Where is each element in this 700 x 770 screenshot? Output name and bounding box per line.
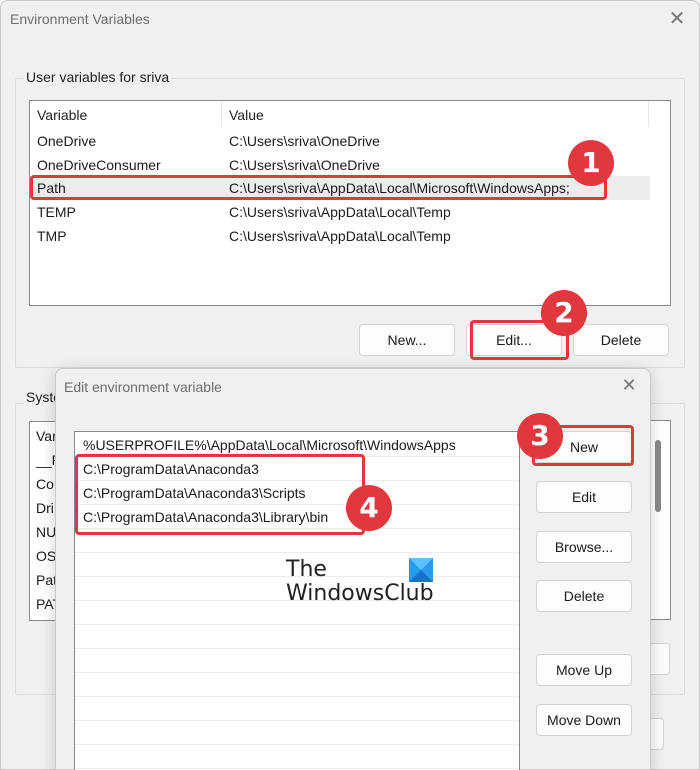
user-variables-list[interactable]: Variable Value OneDrive C:\Users\sriva\O… bbox=[29, 100, 671, 306]
browse-button[interactable]: Browse... bbox=[536, 531, 632, 563]
list-item[interactable]: Dri bbox=[36, 500, 54, 516]
empty-row[interactable] bbox=[75, 697, 519, 721]
watermark-line2: WindowsClub bbox=[286, 581, 434, 606]
variable-value: C:\Users\sriva\AppData\Local\Microsoft\W… bbox=[229, 180, 570, 196]
variable-value: C:\Users\sriva\OneDrive bbox=[229, 133, 380, 149]
variable-name: TEMP bbox=[37, 204, 76, 220]
list-item[interactable]: NU bbox=[36, 524, 56, 540]
variable-value: C:\Users\sriva\AppData\Local\Temp bbox=[229, 204, 451, 220]
empty-row[interactable] bbox=[75, 745, 519, 769]
column-separator[interactable] bbox=[648, 101, 649, 127]
column-value[interactable]: Value bbox=[229, 107, 264, 123]
empty-row[interactable] bbox=[75, 649, 519, 673]
new-path-button[interactable]: New bbox=[536, 431, 632, 463]
table-row[interactable]: OneDrive C:\Users\sriva\OneDrive bbox=[30, 129, 650, 153]
table-row[interactable]: TMP C:\Users\sriva\AppData\Local\Temp bbox=[30, 224, 650, 248]
list-item[interactable]: Co bbox=[36, 476, 54, 492]
list-item[interactable]: OS bbox=[36, 548, 56, 564]
column-separator[interactable] bbox=[221, 101, 222, 127]
table-row-selected[interactable]: Path C:\Users\sriva\AppData\Local\Micros… bbox=[30, 176, 650, 200]
column-variable[interactable]: Variable bbox=[37, 107, 87, 123]
empty-row[interactable] bbox=[75, 529, 519, 553]
scrollbar-thumb[interactable] bbox=[655, 440, 661, 512]
user-variables-label: User variables for sriva bbox=[24, 69, 172, 85]
user-edit-button[interactable]: Edit... bbox=[466, 324, 562, 356]
dialog-title: Edit environment variable bbox=[64, 379, 222, 395]
list-item[interactable]: C:\ProgramData\Anaconda3\Scripts bbox=[75, 481, 519, 505]
close-icon[interactable]: ✕ bbox=[617, 373, 641, 397]
system-button-partial[interactable] bbox=[648, 643, 670, 675]
table-row[interactable]: TEMP C:\Users\sriva\AppData\Local\Temp bbox=[30, 200, 650, 224]
variable-name: TMP bbox=[37, 228, 67, 244]
list-header: Variable Value bbox=[30, 101, 670, 129]
variable-value: C:\Users\sriva\OneDrive bbox=[229, 157, 380, 173]
edit-path-button[interactable]: Edit bbox=[536, 481, 632, 513]
list-item[interactable]: C:\ProgramData\Anaconda3\Library\bin bbox=[75, 505, 519, 529]
empty-row[interactable] bbox=[75, 721, 519, 745]
empty-row[interactable] bbox=[75, 625, 519, 649]
path-text: %USERPROFILE%\AppData\Local\Microsoft\Wi… bbox=[83, 437, 456, 453]
close-icon[interactable]: ✕ bbox=[664, 6, 690, 32]
window-title: Environment Variables bbox=[10, 11, 150, 27]
list-item[interactable]: Pat bbox=[36, 572, 57, 588]
path-text: C:\ProgramData\Anaconda3 bbox=[83, 461, 259, 477]
path-text: C:\ProgramData\Anaconda3\Scripts bbox=[83, 485, 306, 501]
delete-path-button[interactable]: Delete bbox=[536, 580, 632, 612]
path-text: C:\ProgramData\Anaconda3\Library\bin bbox=[83, 509, 329, 525]
list-item[interactable]: %USERPROFILE%\AppData\Local\Microsoft\Wi… bbox=[75, 433, 519, 457]
variable-name: Path bbox=[37, 180, 66, 196]
list-item[interactable]: C:\ProgramData\Anaconda3 bbox=[75, 457, 519, 481]
column-variable[interactable]: Var bbox=[36, 428, 57, 444]
windows-logo-icon bbox=[409, 558, 433, 582]
user-new-button[interactable]: New... bbox=[359, 324, 455, 356]
list-item[interactable]: PR bbox=[36, 618, 55, 620]
variable-name: OneDriveConsumer bbox=[37, 157, 161, 173]
user-delete-button[interactable]: Delete bbox=[573, 324, 669, 356]
table-row[interactable]: OneDriveConsumer C:\Users\sriva\OneDrive bbox=[30, 153, 650, 177]
move-down-button[interactable]: Move Down bbox=[536, 704, 632, 736]
variable-value: C:\Users\sriva\AppData\Local\Temp bbox=[229, 228, 451, 244]
system-list-edge bbox=[651, 420, 671, 620]
move-up-button[interactable]: Move Up bbox=[536, 654, 632, 686]
empty-row[interactable] bbox=[75, 673, 519, 697]
variable-name: OneDrive bbox=[37, 133, 97, 149]
